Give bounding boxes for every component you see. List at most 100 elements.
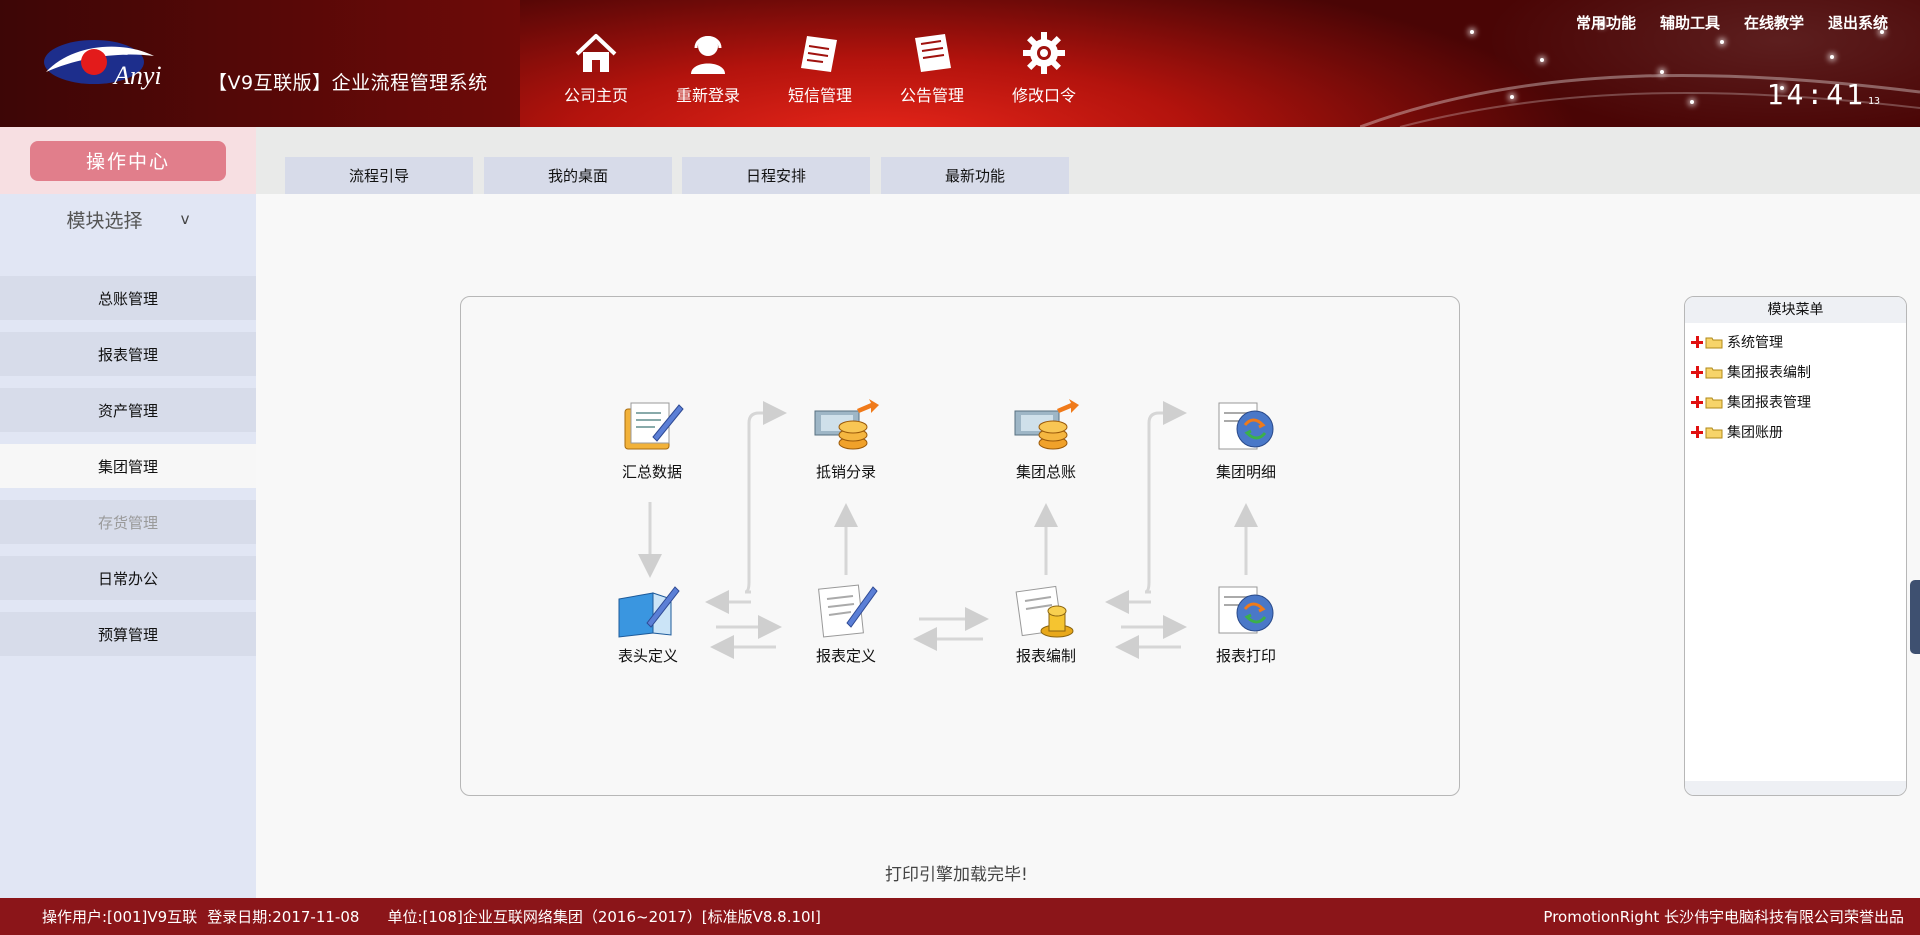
footer-login-date: 登录日期:2017-11-08: [207, 908, 360, 926]
tab-flow-guide[interactable]: 流程引导: [285, 157, 473, 194]
folder-icon: [1705, 427, 1723, 438]
flow-arrows: [638, 401, 1258, 659]
money-coins-icon: [814, 399, 879, 450]
arrow-up-right: [1144, 401, 1187, 594]
module-select-dropdown[interactable]: 模块选择 v: [0, 194, 256, 244]
module-menu-bottom-bar: [1685, 781, 1906, 795]
flow-node-summary-data[interactable]: 汇总数据: [597, 395, 707, 482]
book-pen-icon: [618, 586, 680, 638]
chevron-down-icon: v: [180, 210, 190, 228]
logo-text: Anyi: [112, 61, 162, 90]
clock-display: 14:41 13: [1767, 78, 1880, 111]
module-menu-label: 集团账册: [1727, 425, 1783, 441]
nav-label: 公司主页: [563, 86, 628, 105]
expand-plus-icon[interactable]: [1691, 426, 1703, 438]
edit-document-icon: [624, 402, 684, 450]
nav-notice[interactable]: 公告管理: [876, 30, 988, 106]
folder-icon: [1705, 397, 1723, 408]
main-nav: 公司主页 重新登录 短信管理 公告管理 修改口令: [540, 30, 1100, 106]
side-handle[interactable]: [1910, 580, 1920, 654]
flow-node-label: 报表编制: [1015, 647, 1076, 665]
expand-plus-icon[interactable]: [1691, 336, 1703, 348]
flow-node-report-compilation[interactable]: 报表编制: [991, 579, 1101, 666]
header-banner: Anyi 【V9互联版】企业流程管理系统 公司主页 重新登录 短信管理 公告管理…: [0, 0, 1920, 127]
home-icon: [575, 34, 617, 72]
notice-icon: [915, 34, 951, 72]
edit-document-icon: [818, 584, 878, 638]
tab-schedule[interactable]: 日程安排: [682, 157, 870, 194]
nav-label: 重新登录: [675, 86, 740, 105]
tab-new-features[interactable]: 最新功能: [881, 157, 1069, 194]
app-title: 【V9互联版】企业流程管理系统: [208, 72, 488, 94]
nav-company-home[interactable]: 公司主页: [540, 30, 652, 106]
sidebar-item-general-ledger[interactable]: 总账管理: [0, 276, 256, 320]
flow-node-header-definition[interactable]: 表头定义: [593, 579, 703, 666]
user-icon: [691, 36, 725, 74]
op-center-button[interactable]: 操作中心: [30, 140, 226, 181]
stamp-document-icon: [1015, 585, 1074, 638]
money-coins-icon: [1014, 399, 1079, 450]
flow-node-elimination-entries[interactable]: 抵销分录: [791, 395, 901, 482]
module-menu-title: 模块菜单: [1685, 297, 1906, 323]
footer-unit: 单位:[108]企业互联网络集团（2016~2017）[标准版V8.8.10I]: [387, 908, 821, 926]
link-online-teaching[interactable]: 在线教学: [1744, 12, 1804, 33]
sidebar-item-reports[interactable]: 报表管理: [0, 332, 256, 376]
status-message: 打印引擎加载完毕!: [885, 865, 1028, 885]
link-exit-system[interactable]: 退出系统: [1828, 12, 1888, 33]
nav-label: 修改口令: [1011, 86, 1076, 105]
module-select-label: 模块选择: [66, 209, 143, 232]
nav-sms[interactable]: 短信管理: [764, 30, 876, 106]
sidebar-item-assets[interactable]: 资产管理: [0, 388, 256, 432]
nav-relogin[interactable]: 重新登录: [652, 30, 764, 106]
module-menu-panel: 模块菜单 系统管理 集团报表编制 集团报表管理 集团账册: [1684, 296, 1907, 796]
sidebar-item-budget[interactable]: 预算管理: [0, 612, 256, 656]
flow-node-label: 集团明细: [1215, 463, 1276, 481]
nav-label: 短信管理: [787, 86, 852, 105]
module-menu-label: 集团报表管理: [1727, 395, 1811, 411]
arrow-up-right: [744, 401, 787, 594]
module-menu-item-system[interactable]: 系统管理: [1685, 327, 1906, 357]
flow-node-label: 抵销分录: [815, 463, 876, 481]
flow-node-label: 报表定义: [815, 647, 876, 665]
flow-node-report-print[interactable]: 报表打印: [1191, 579, 1301, 666]
nav-label: 公告管理: [899, 86, 964, 105]
op-center-band: 操作中心: [0, 127, 256, 194]
flow-node-report-definition[interactable]: 报表定义: [791, 579, 901, 666]
footer-credit: PromotionRight 长沙伟宇电脑科技有限公司荣誉出品: [1543, 908, 1904, 926]
sidebar-item-inventory[interactable]: 存货管理: [0, 500, 256, 544]
status-footer: 操作用户:[001]V9互联 登录日期:2017-11-08 单位:[108]企…: [0, 898, 1920, 935]
flow-node-label: 集团总账: [1015, 463, 1076, 481]
nav-change-password[interactable]: 修改口令: [988, 30, 1100, 106]
top-links: 常用功能 辅助工具 在线教学 退出系统: [1576, 12, 1888, 33]
flow-node-label: 报表打印: [1215, 647, 1276, 665]
folder-icon: [1705, 367, 1723, 378]
link-tools[interactable]: 辅助工具: [1660, 12, 1720, 33]
module-menu-label: 集团报表编制: [1727, 365, 1811, 381]
sidebar: 操作中心 模块选择 v 总账管理 报表管理 资产管理 集团管理 存货管理 日常办…: [0, 127, 256, 898]
sms-icon: [801, 36, 837, 72]
sidebar-menu: 总账管理 报表管理 资产管理 集团管理 存货管理 日常办公 预算管理: [0, 276, 256, 656]
gear-icon: [1023, 32, 1065, 74]
flow-node-label: 汇总数据: [621, 463, 682, 481]
anyi-logo: Anyi: [44, 40, 162, 90]
footer-user: 操作用户:[001]V9互联: [42, 908, 198, 926]
link-common-functions[interactable]: 常用功能: [1576, 12, 1636, 33]
folder-icon: [1705, 337, 1723, 348]
tab-my-desktop[interactable]: 我的桌面: [484, 157, 672, 194]
expand-plus-icon[interactable]: [1691, 396, 1703, 408]
globe-document-icon: [1218, 402, 1274, 450]
module-menu-item-group-report-compile[interactable]: 集团报表编制: [1685, 357, 1906, 387]
globe-document-icon: [1218, 586, 1274, 634]
sidebar-item-daily-office[interactable]: 日常办公: [0, 556, 256, 600]
module-menu-label: 系统管理: [1727, 335, 1783, 351]
module-menu-item-group-report-manage[interactable]: 集团报表管理: [1685, 387, 1906, 417]
sidebar-item-group[interactable]: 集团管理: [0, 444, 256, 488]
flow-node-group-detail[interactable]: 集团明细: [1191, 395, 1301, 482]
flow-diagram-panel: 汇总数据 抵销分录 集团总账 集团明细 表头定义 报表定义 报表编制 报表打印: [460, 296, 1460, 796]
clock-seconds: 13: [1867, 96, 1880, 107]
expand-plus-icon[interactable]: [1691, 366, 1703, 378]
clock-time: 14:41: [1766, 78, 1866, 111]
flow-node-group-ledger[interactable]: 集团总账: [991, 395, 1101, 482]
module-menu-tree: 系统管理 集团报表编制 集团报表管理 集团账册: [1685, 323, 1906, 447]
module-menu-item-group-books[interactable]: 集团账册: [1685, 417, 1906, 447]
